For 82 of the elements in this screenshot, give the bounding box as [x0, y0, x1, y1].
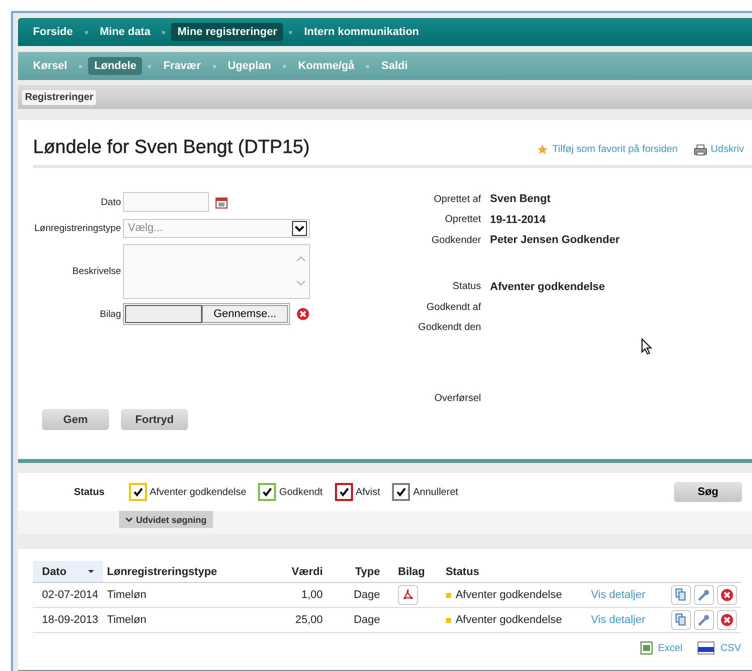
table-cell: 02-07-2014 [33, 582, 104, 608]
info-label: Oprettet af [432, 194, 481, 205]
checkbox[interactable] [334, 483, 353, 501]
nav-tab[interactable]: Mine registreringer [171, 23, 284, 41]
date-field[interactable] [123, 192, 209, 212]
delete-icon[interactable] [717, 610, 737, 630]
table-cell: Timeløn [103, 582, 260, 608]
info-label: Overførsel [433, 392, 481, 404]
sort-arrow-icon [88, 570, 94, 574]
file-path-field[interactable] [125, 305, 202, 323]
column-header[interactable]: Lønregistreringstype [103, 561, 260, 582]
table-cell: 25,00 [260, 608, 327, 632]
type-dropdown[interactable]: Vælg... [123, 218, 310, 238]
table-cell: Dage [326, 608, 384, 632]
page-title: Løndele for Sven Bengt (DTP15) [33, 136, 310, 158]
delete-icon[interactable] [717, 585, 737, 605]
cursor-icon [641, 338, 652, 355]
sub-nav-tab[interactable]: Saldi [375, 57, 414, 75]
info-value: Afventer godkendelse [490, 280, 605, 293]
calendar-icon [215, 196, 228, 208]
field-label: Bilag [98, 308, 121, 320]
star-icon [537, 144, 548, 155]
csv-file-icon [697, 641, 716, 655]
search-button[interactable]: Søg [674, 482, 742, 502]
copy-icon[interactable] [671, 610, 691, 630]
print-link[interactable]: Udskriv [710, 144, 744, 155]
sub-nav-tab[interactable]: Kørsel [27, 57, 74, 75]
nav-tab[interactable]: Mine data [94, 23, 156, 41]
printer-icon [694, 144, 707, 156]
copy-icon[interactable] [671, 585, 691, 605]
csv-export-link[interactable]: CSV [720, 642, 741, 654]
info-value: Peter Jensen Godkender [490, 234, 620, 246]
field-label: Lønregistreringstype [33, 222, 121, 234]
chevron-down-icon [292, 220, 307, 236]
sub-nav-tab[interactable]: Komme/gå [292, 57, 360, 75]
status-text: Afventer godkendelse [456, 589, 562, 601]
wrench-icon[interactable] [694, 610, 714, 630]
sub-nav-tab[interactable]: Fravær [157, 57, 207, 75]
table-cell: Timeløn [103, 608, 260, 632]
column-header[interactable]: Type [326, 561, 384, 582]
checkbox-label: Godkendt [279, 486, 323, 498]
chevron-down-icon [125, 517, 133, 522]
checkbox[interactable] [392, 483, 410, 501]
sub-nav-tab[interactable]: Ugeplan [222, 57, 278, 75]
info-label: Godkender [430, 234, 481, 246]
nav-tab[interactable]: Forside [27, 23, 79, 41]
description-field[interactable] [123, 244, 310, 298]
info-label: Godkendt af [426, 302, 481, 313]
info-label: Status [452, 281, 481, 292]
excel-export-link[interactable]: Excel [658, 642, 682, 654]
checkbox-label: Annulleret [413, 486, 458, 498]
filter-label: Status [74, 486, 105, 498]
close-icon[interactable] [296, 307, 310, 321]
cancel-button[interactable]: Fortryd [121, 409, 188, 430]
info-value: Sven Bengt [490, 193, 551, 206]
wrench-icon[interactable] [694, 585, 714, 605]
advanced-search-toggle[interactable]: Udvidet søgning [119, 511, 212, 528]
checkbox-label: Afvist [356, 486, 380, 498]
browse-button[interactable]: Gennemse... [202, 305, 288, 323]
status-text: Afventer godkendelse [456, 614, 562, 626]
table-cell: 18-09-2013 [33, 608, 104, 632]
checkbox[interactable] [258, 483, 276, 501]
column-header[interactable]: Dato [33, 561, 104, 582]
table-cell: 1,00 [260, 582, 327, 608]
info-value: 19-11-2014 [490, 214, 546, 226]
spreadsheet-icon [640, 641, 653, 655]
info-label: Oprettet [444, 214, 481, 226]
save-button[interactable]: Gem [42, 409, 109, 430]
column-header[interactable]: Bilag [384, 561, 442, 582]
column-header[interactable]: Værdi [260, 561, 327, 582]
details-link[interactable]: Vis detaljer [591, 589, 646, 601]
table-cell: Dage [326, 582, 384, 608]
checkbox-label: Afventer godkendelse [150, 486, 246, 498]
details-link[interactable]: Vis detaljer [591, 614, 646, 626]
nav-tab[interactable]: Intern kommunikation [298, 23, 426, 41]
sub-nav-tab[interactable]: Løndele [88, 57, 142, 75]
column-header[interactable]: Status [442, 561, 588, 582]
field-label: Dato [100, 196, 121, 208]
breadcrumb-link[interactable]: Registreringer [22, 90, 96, 104]
info-label: Godkendt den [417, 322, 481, 334]
favorite-link[interactable]: Tilføj som favorit på forsiden [552, 144, 678, 155]
field-label: Beskrivelse [71, 266, 121, 276]
